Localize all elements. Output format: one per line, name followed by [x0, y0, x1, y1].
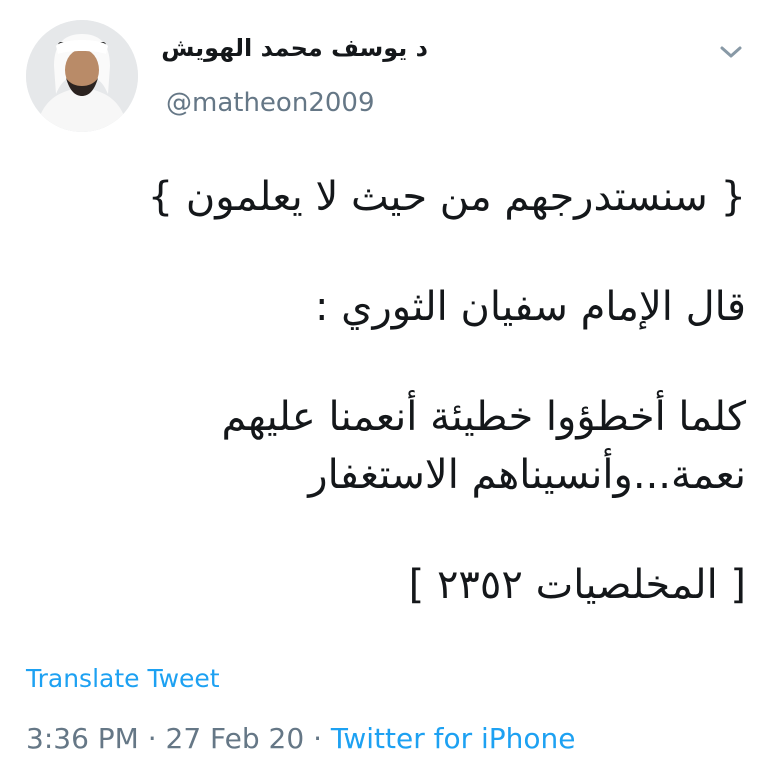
avatar[interactable] [26, 20, 138, 132]
meta-separator: · [138, 722, 166, 755]
display-name[interactable]: د يوسف محمد الهويش [161, 34, 428, 62]
tweet-meta: 3:36 PM · 27 Feb 20 · Twitter for iPhone [26, 722, 576, 755]
tweet-line: قال الإمام سفيان الثوري : [314, 284, 746, 330]
tweet-line: { سنستدرجهم من حيث لا يعلمون } [147, 174, 746, 220]
tweet-text: { سنستدرجهم من حيث لا يعلمون } قال الإما… [26, 168, 746, 614]
tweet-line: [ المخلصيات ٢٣٥٢ ] [408, 562, 746, 608]
tweet-date: 27 Feb 20 [165, 722, 305, 755]
avatar-image [26, 20, 138, 132]
translate-tweet-link[interactable]: Translate Tweet [26, 664, 220, 693]
tweet-source-link[interactable]: Twitter for iPhone [331, 722, 576, 755]
tweet-time: 3:36 PM [26, 722, 139, 755]
tweet-line: كلما أخطؤوا خطيئة أنعمنا عليهم [221, 394, 747, 440]
meta-separator: · [304, 722, 331, 755]
chevron-down-icon[interactable] [716, 40, 746, 64]
tweet-line: نعمة...وأنسيناهم الاستغفار [308, 452, 746, 498]
user-handle[interactable]: @matheon2009 [166, 88, 374, 118]
